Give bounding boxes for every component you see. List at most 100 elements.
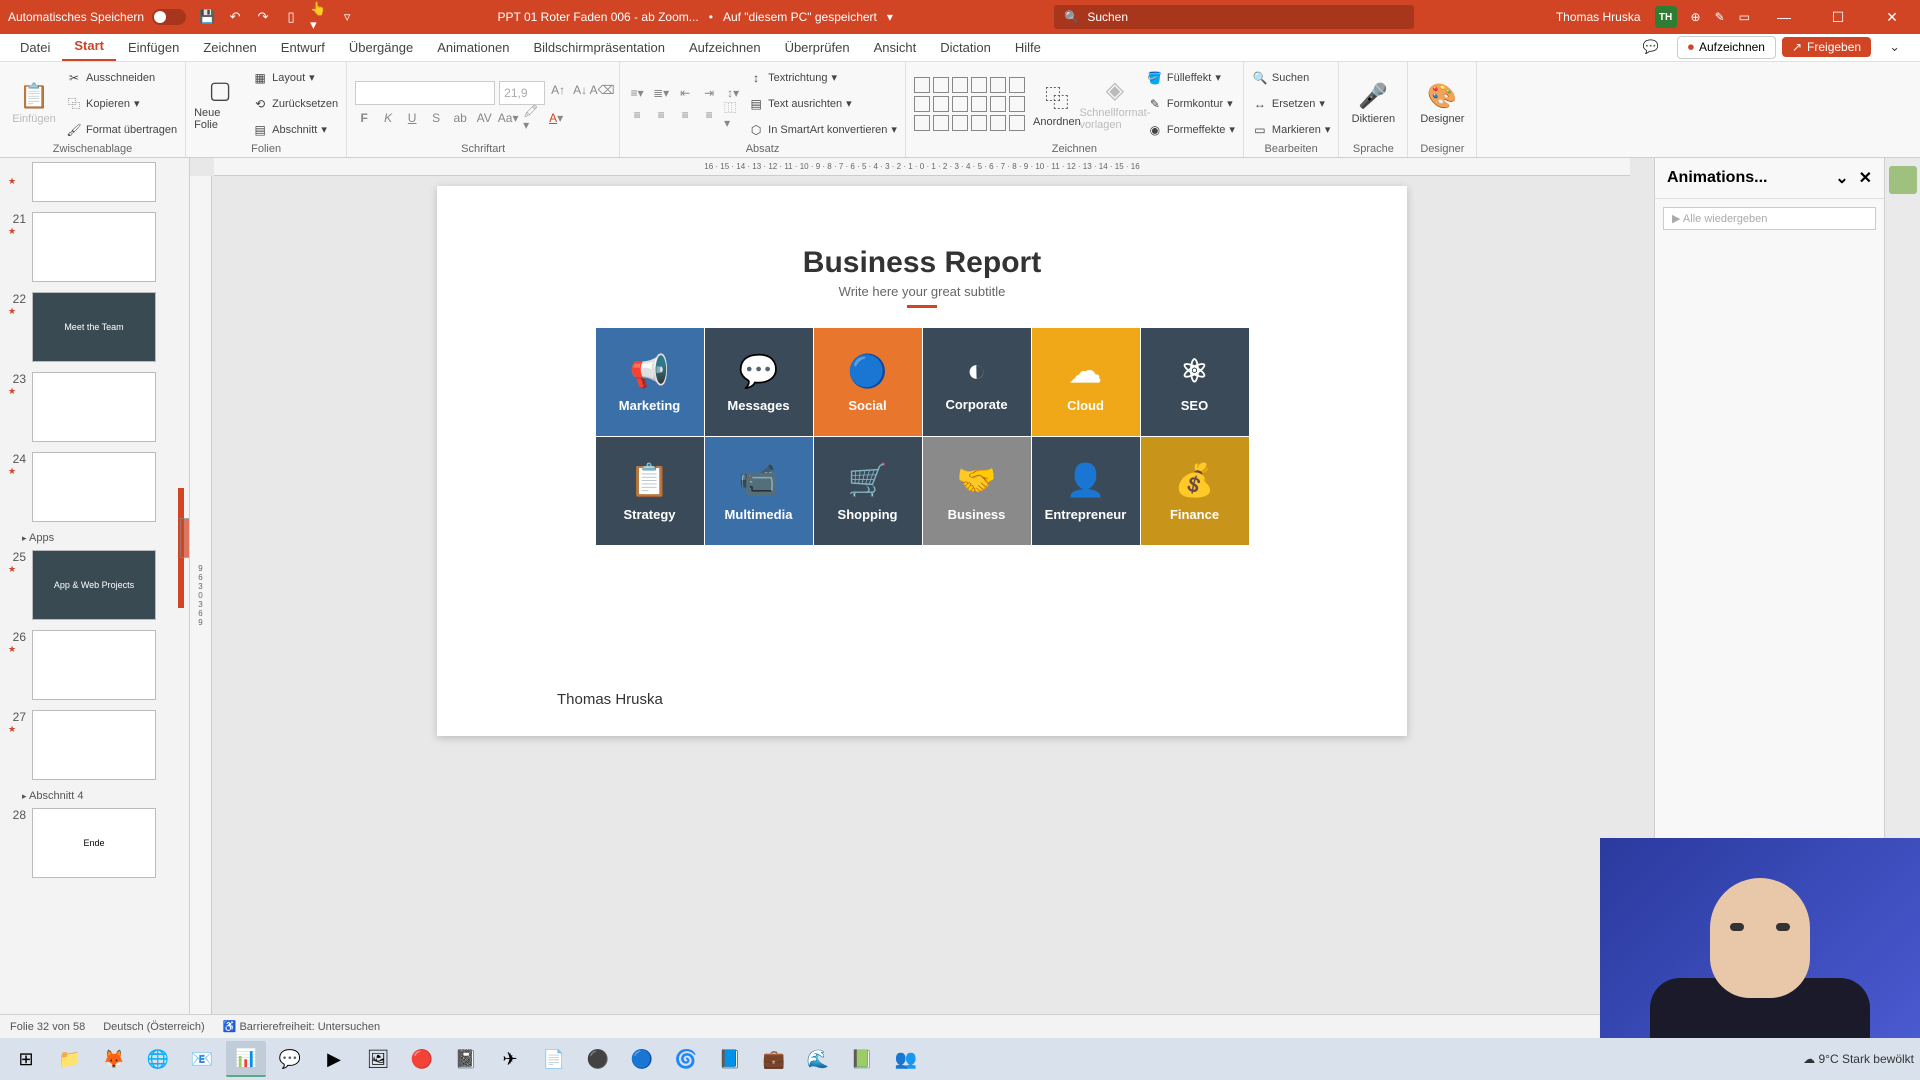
slide-author[interactable]: Thomas Hruska — [557, 691, 663, 708]
designer-button[interactable]: 🎨Designer — [1416, 69, 1468, 139]
case-icon[interactable]: Aa▾ — [499, 109, 517, 127]
pane-collapse-icon[interactable]: ⌄ — [1835, 170, 1848, 187]
tab-animationen[interactable]: Animationen — [425, 34, 521, 61]
file-explorer-icon[interactable]: 📁 — [50, 1041, 90, 1077]
tab-datei[interactable]: Datei — [8, 34, 62, 61]
coming-soon-icon[interactable]: ✎ — [1715, 10, 1725, 24]
search-box[interactable]: 🔍 Suchen — [1054, 5, 1414, 29]
minimize-button[interactable]: — — [1764, 3, 1804, 31]
highlight-icon[interactable]: 🖍▾ — [523, 109, 541, 127]
text-direction-button[interactable]: ↕Textrichtung ▾ — [748, 67, 897, 89]
format-painter-button[interactable]: 🖌Format übertragen — [66, 119, 177, 141]
tile-messages[interactable]: 💬Messages — [705, 328, 813, 436]
arrange-button[interactable]: ⿻Anordnen — [1031, 69, 1083, 139]
spacing-icon[interactable]: AV — [475, 109, 493, 127]
app-icon-3[interactable]: 🔴 — [402, 1041, 442, 1077]
smartart-button[interactable]: ⬡In SmartArt konvertieren ▾ — [748, 119, 897, 141]
touch-mode-icon[interactable]: 👆▾ — [310, 8, 328, 26]
firefox-icon[interactable]: 🦊 — [94, 1041, 134, 1077]
tile-shopping[interactable]: 🛒Shopping — [814, 437, 922, 545]
tab-ansicht[interactable]: Ansicht — [862, 34, 929, 61]
find-button[interactable]: 🔍Suchen — [1252, 67, 1330, 89]
tile-entrepreneur[interactable]: 👤Entrepreneur — [1032, 437, 1140, 545]
autosave-toggle[interactable] — [152, 9, 186, 25]
app-icon-5[interactable]: 🔵 — [622, 1041, 662, 1077]
shapes-gallery[interactable] — [914, 77, 1025, 131]
obs-icon[interactable]: ⚫ — [578, 1041, 618, 1077]
file-name[interactable]: PPT 01 Roter Faden 006 - ab Zoom... — [498, 10, 699, 24]
pane-close-icon[interactable]: ✕ — [1859, 170, 1872, 187]
justify-icon[interactable]: ≡ — [700, 106, 718, 124]
outlook-icon[interactable]: 📧 — [182, 1041, 222, 1077]
slide-counter[interactable]: Folie 32 von 58 — [10, 1021, 85, 1033]
sync-icon[interactable]: ⊕ — [1691, 10, 1701, 24]
user-name[interactable]: Thomas Hruska — [1556, 10, 1641, 24]
close-button[interactable]: ✕ — [1872, 3, 1912, 31]
tab-dictation[interactable]: Dictation — [928, 34, 1003, 61]
thumb-28[interactable]: Ende — [32, 808, 156, 878]
present-from-start-icon[interactable]: ▯ — [282, 8, 300, 26]
tab-hilfe[interactable]: Hilfe — [1003, 34, 1053, 61]
save-status[interactable]: Auf "diesem PC" gespeichert — [723, 10, 877, 24]
ribbon-collapse-icon[interactable]: ⌄ — [1877, 33, 1912, 61]
align-right-icon[interactable]: ≡ — [676, 106, 694, 124]
accessibility-check[interactable]: ♿ Barrierefreiheit: Untersuchen — [223, 1020, 380, 1033]
app-icon-7[interactable]: 💼 — [754, 1041, 794, 1077]
language-indicator[interactable]: Deutsch (Österreich) — [103, 1021, 204, 1033]
thumb-26[interactable] — [32, 630, 156, 700]
dictate-button[interactable]: 🎤Diktieren — [1347, 69, 1399, 139]
onenote-icon[interactable]: 📓 — [446, 1041, 486, 1077]
app-icon-1[interactable]: 💬 — [270, 1041, 310, 1077]
play-all-button[interactable]: ▶ Alle wiedergeben — [1663, 207, 1876, 230]
tile-corporate[interactable]: ◐Corporate — [923, 328, 1031, 436]
slide-subtitle[interactable]: Write here your great subtitle — [537, 284, 1307, 299]
teams-icon[interactable]: 👥 — [886, 1041, 926, 1077]
paste-button[interactable]: 📋Einfügen — [8, 69, 60, 139]
tab-zeichnen[interactable]: Zeichnen — [191, 34, 268, 61]
maximize-button[interactable]: ☐ — [1818, 3, 1858, 31]
section-apps[interactable]: Apps — [22, 532, 181, 544]
telegram-icon[interactable]: ✈ — [490, 1041, 530, 1077]
tab-start[interactable]: Start — [62, 32, 116, 61]
reset-button[interactable]: ⟲Zurücksetzen — [252, 93, 338, 115]
chevron-down-icon[interactable]: ▾ — [887, 10, 893, 24]
copy-button[interactable]: ⿻Kopieren ▾ — [66, 93, 177, 115]
numbering-icon[interactable]: ≣▾ — [652, 84, 670, 102]
outdent-icon[interactable]: ⇤ — [676, 84, 694, 102]
strike-icon[interactable]: S — [427, 109, 445, 127]
chrome-icon[interactable]: 🌐 — [138, 1041, 178, 1077]
edge-icon[interactable]: 🌊 — [798, 1041, 838, 1077]
tile-social[interactable]: 🔵Social — [814, 328, 922, 436]
shape-fill-button[interactable]: 🪣Fülleffekt ▾ — [1147, 67, 1235, 89]
comments-icon[interactable]: 💬 — [1631, 33, 1671, 61]
shadow-icon[interactable]: ab — [451, 109, 469, 127]
save-icon[interactable]: 💾 — [198, 8, 216, 26]
font-size-select[interactable]: 21,9 — [499, 81, 545, 105]
slide-thumbnails[interactable]: ★ 21★ 22★Meet the Team 23★ 24★ Apps 25★A… — [0, 158, 190, 1014]
qat-overflow-icon[interactable]: ▿ — [338, 8, 356, 26]
align-text-button[interactable]: ▤Text ausrichten ▾ — [748, 93, 897, 115]
thumb-20[interactable] — [32, 162, 156, 202]
thumb-24[interactable] — [32, 452, 156, 522]
thumb-23[interactable] — [32, 372, 156, 442]
font-family-select[interactable] — [355, 81, 495, 105]
app-icon-6[interactable]: 🌀 — [666, 1041, 706, 1077]
tile-strategy[interactable]: 📋Strategy — [596, 437, 704, 545]
tab-entwurf[interactable]: Entwurf — [269, 34, 337, 61]
thumb-25[interactable]: App & Web Projects — [32, 550, 156, 620]
columns-icon[interactable]: ⿲▾ — [724, 106, 742, 124]
slide-editor[interactable]: 16 · 15 · 14 · 13 · 12 · 11 · 10 · 9 · 8… — [190, 158, 1654, 1014]
word-icon[interactable]: 📘 — [710, 1041, 750, 1077]
tile-cloud[interactable]: ☁Cloud — [1032, 328, 1140, 436]
thumb-22[interactable]: Meet the Team — [32, 292, 156, 362]
slide-title[interactable]: Business Report — [537, 246, 1307, 280]
clear-format-icon[interactable]: A⌫ — [593, 81, 611, 99]
indent-icon[interactable]: ⇥ — [700, 84, 718, 102]
powerpoint-icon[interactable]: 📊 — [226, 1041, 266, 1077]
tile-multimedia[interactable]: 📹Multimedia — [705, 437, 813, 545]
tile-grid[interactable]: 📢Marketing💬Messages🔵Social◐Corporate☁Clo… — [537, 328, 1307, 545]
undo-icon[interactable]: ↶ — [226, 8, 244, 26]
thumb-27[interactable] — [32, 710, 156, 780]
designer-rail-icon[interactable] — [1889, 166, 1917, 194]
app-icon-2[interactable]: 🖼 — [358, 1041, 398, 1077]
